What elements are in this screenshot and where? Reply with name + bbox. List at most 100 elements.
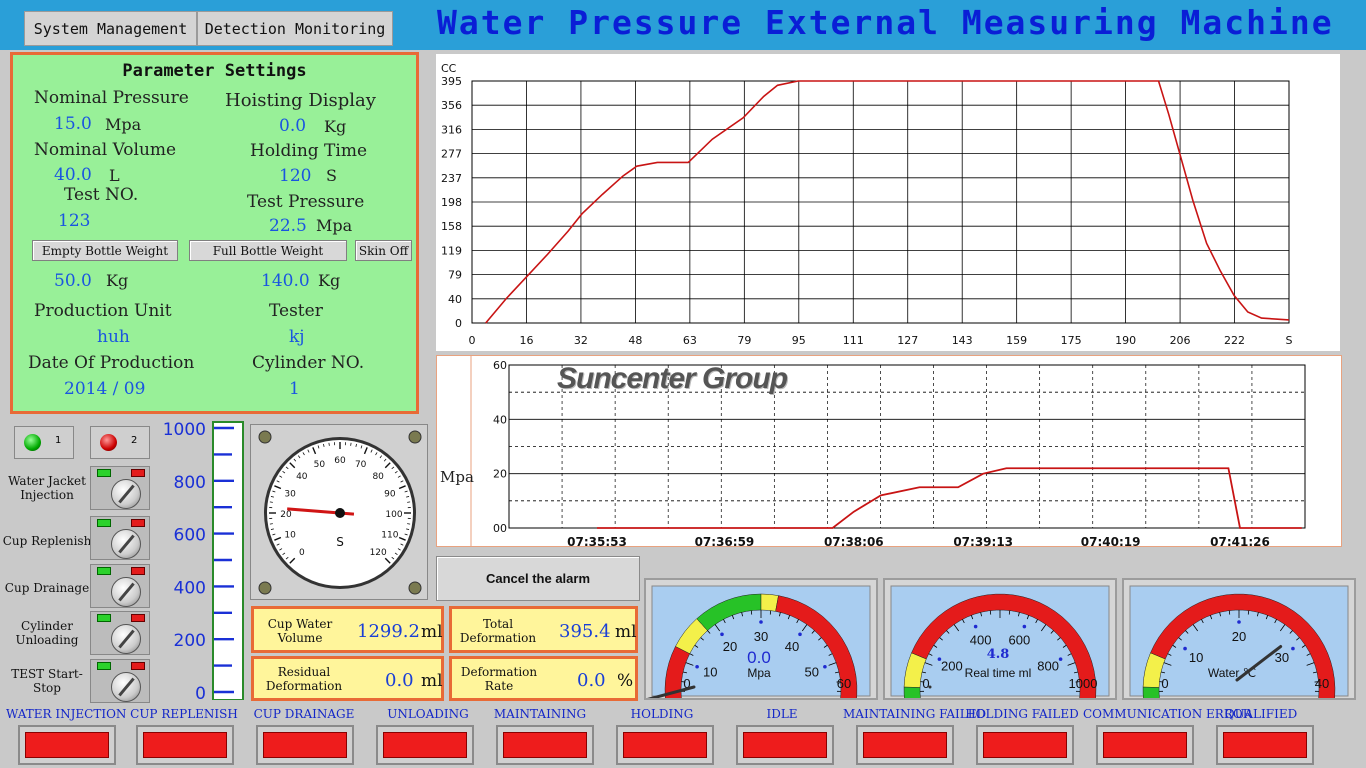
residual-deformation-unit: ml [421,671,443,691]
dial-label: 70 [355,460,367,470]
status-lamp [136,725,234,765]
cancel-alarm-button[interactable]: Cancel the alarm [436,556,640,601]
pressure-chart-x-tick: 07:38:06 [824,535,884,546]
production-unit-label: Production Unit [34,301,172,321]
status-lamp-light [503,732,587,758]
nominal-volume-value[interactable]: 40.0 [54,165,92,185]
gauge-0-tick-label: 50 [805,665,819,680]
water-temperature-gauge-svg: 0 10 20 30 40 Water ℃ [1129,585,1349,716]
menu-detection-monitoring[interactable]: Detection Monitoring [197,11,393,46]
volume-chart-svg: CC 0 16 32 48 63 79 95 111 127 143 159 175 190 206 222… [441,62,1293,347]
volume-chart-x-tick: 63 [683,334,697,347]
nominal-pressure-unit: Mpa [105,115,142,134]
date-of-production-value[interactable]: 2014 / 09 [64,379,145,399]
test-no-label: Test NO. [64,185,139,205]
volume-chart-x-tick: 95 [792,334,806,347]
gauge-0-unit: Mpa [747,666,771,680]
knob-pointer [118,677,135,697]
volume-chart-y-unit: CC [441,62,457,75]
pressure-gauge-svg: 01020304050600.0Mpa [624,585,871,716]
volume-chart-y-tick: 119 [441,244,462,257]
gauge-2-tick-label: 20 [1232,629,1246,644]
off-indicator-icon [131,662,145,670]
gauge-1-tick-label: 0 [922,676,929,691]
level-gauge: 1000 800 600 400 200 0 [158,420,246,704]
gauge-0-tick-label: 10 [703,665,717,680]
gauge-2-color-band [1142,686,1163,716]
button-2[interactable]: 2 [90,426,150,459]
knob-pointer [118,534,135,554]
level-tick-label: 800 [174,473,206,493]
volume-chart-y-tick: 0 [455,317,462,330]
status-lamp-light [25,732,109,758]
test-no-value[interactable]: 123 [58,211,90,231]
nominal-pressure-value[interactable]: 15.0 [54,114,92,134]
volume-chart-x-tick: 127 [897,334,918,347]
control-switch[interactable] [90,466,150,510]
dial-hub [335,508,345,518]
rotary-knob-icon [111,672,141,702]
volume-chart-x-tick: 0 [469,334,476,347]
skin-off-button[interactable]: Skin Off [355,240,412,261]
level-tick-label: 0 [195,684,206,700]
on-indicator-icon [97,567,111,575]
volume-chart-y-tick: 79 [448,269,462,282]
gauge-0-tick-dot [798,632,802,637]
pressure-chart: Mpa 60 40 20 00 07:35:53 07:36:59 07:38:06 07:3… [436,355,1342,549]
dial-label: 0 [299,548,305,558]
volume-chart-x-tick: 32 [574,334,588,347]
suncenter-watermark: Suncenter Group [557,362,788,395]
total-deformation-readout: Total Deformation 395.4 ml [449,606,638,653]
on-indicator-icon [97,469,111,477]
menu-system-management[interactable]: System Management [24,11,197,46]
holding-time-unit: S [326,166,337,185]
control-switch[interactable] [90,659,150,703]
full-bottle-weight-button[interactable]: Full Bottle Weight [189,240,347,261]
cylinder-no-label: Cylinder NO. [252,353,365,373]
status-lamp [616,725,714,765]
test-pressure-value[interactable]: 22.5 [269,216,307,236]
cup-water-volume-label: Cup Water Volume [267,617,333,645]
control-switch[interactable] [90,564,150,608]
pressure-chart-x-tick: 07:35:53 [567,535,627,546]
pressure-chart-x-tick: 07:40:19 [1081,535,1141,546]
production-unit-value[interactable]: huh [97,327,130,347]
volume-chart-x-tick: 206 [1170,334,1191,347]
pressure-chart-y-tick: 00 [493,522,507,535]
status-lamp [496,725,594,765]
status-label: IDLE [766,707,798,721]
cylinder-no-value[interactable]: 1 [289,379,300,399]
status-label: MAINTAINING FAILED [843,707,987,721]
control-switch[interactable] [90,611,150,655]
gauge-0-tick-label: 40 [785,639,799,654]
status-lamp-light [383,732,467,758]
level-tick-label: 200 [174,631,206,651]
status-label: UNLOADING [387,707,469,721]
dial-label: 90 [384,489,396,499]
empty-bottle-weight-value: 50.0 [54,271,92,291]
realtime-volume-gauge: 0 200 400 600 800 1000 4.8 Real time ml [883,578,1117,716]
tester-value[interactable]: kj [289,327,305,347]
empty-bottle-weight-unit: Kg [106,271,129,290]
empty-bottle-weight-button[interactable]: Empty Bottle Weight [32,240,178,261]
deformation-rate-label: Deformation Rate [460,665,538,693]
button-1[interactable]: 1 [14,426,74,459]
hoisting-display-unit: Kg [324,117,347,136]
status-lamp-light [143,732,227,758]
status-lamp [376,725,474,765]
holding-time-value[interactable]: 120 [279,166,311,186]
control-switch[interactable] [90,516,150,560]
test-pressure-label: Test Pressure [247,192,365,212]
gauge-1-tick-label: 400 [970,633,992,648]
screw-icon [258,581,272,595]
volume-chart-y-tick: 277 [441,148,462,161]
dial-label: 100 [385,510,402,520]
volume-chart-y-tick: 356 [441,99,462,112]
deformation-rate-readout: Deformation Rate 0.0 % [449,656,638,701]
volume-chart-y-tick: 40 [448,293,462,306]
level-tick-label: 1000 [163,420,206,440]
status-lamp [256,725,354,765]
status-lamp-light [863,732,947,758]
off-indicator-icon [131,519,145,527]
status-label: HOLDING [630,707,694,721]
